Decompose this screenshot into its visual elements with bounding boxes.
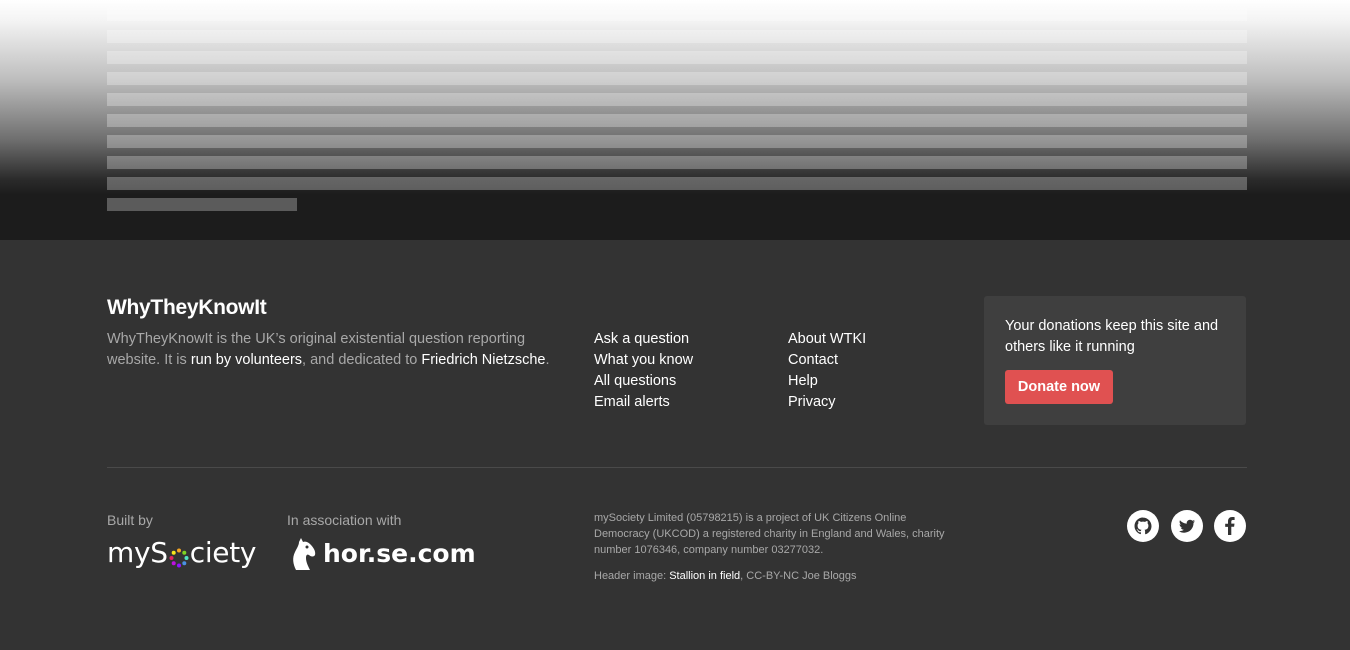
- placeholder-line: [107, 93, 1247, 106]
- footer-nav-item: Email alerts: [594, 391, 693, 412]
- run-by-volunteers-link[interactable]: run by volunteers: [191, 352, 302, 368]
- association-label: In association with: [287, 512, 402, 528]
- placeholder-line: [107, 51, 1247, 64]
- email-alerts-link[interactable]: Email alerts: [594, 394, 670, 410]
- description-text: , and dedicated to: [302, 352, 422, 368]
- placeholder-line: [107, 72, 1247, 85]
- dedication-link[interactable]: Friedrich Nietzsche: [421, 352, 545, 368]
- header-image: [0, 0, 1350, 240]
- contact-link[interactable]: Contact: [788, 352, 838, 368]
- all-questions-link[interactable]: All questions: [594, 373, 676, 389]
- donate-box: Your donations keep this site and others…: [984, 296, 1246, 425]
- credit-prefix: Header image:: [594, 570, 670, 582]
- footer-nav-item: About WTKI: [788, 328, 866, 349]
- description-text: .: [545, 352, 550, 368]
- built-by-label: Built by: [107, 512, 153, 528]
- footer-nav-secondary: About WTKI Contact Help Privacy: [788, 328, 866, 412]
- placeholder-line: [107, 8, 1247, 21]
- footer-nav-item: Ask a question: [594, 328, 693, 349]
- facebook-link[interactable]: [1214, 510, 1246, 542]
- privacy-link[interactable]: Privacy: [788, 394, 836, 410]
- footer-nav-primary: Ask a question What you know All questio…: [594, 328, 693, 412]
- mysociety-dots-icon: [169, 541, 189, 577]
- about-link[interactable]: About WTKI: [788, 331, 866, 347]
- ask-question-link[interactable]: Ask a question: [594, 331, 689, 347]
- twitter-link[interactable]: [1171, 510, 1203, 542]
- twitter-icon: [1179, 519, 1195, 533]
- footer-nav-item: All questions: [594, 370, 693, 391]
- footer-site-title: WhyTheyKnowIt: [107, 296, 267, 319]
- image-credit-link[interactable]: Stallion in field: [669, 570, 740, 582]
- footer-nav-item: What you know: [594, 349, 693, 370]
- credit-suffix: , CC-BY-NC Joe Bloggs: [740, 570, 857, 582]
- placeholder-line: [107, 156, 1247, 169]
- mysociety-logo[interactable]: myS ciety: [107, 535, 256, 571]
- footer-nav-item: Help: [788, 370, 866, 391]
- footer-nav-item: Privacy: [788, 391, 866, 412]
- placeholder-line: [107, 198, 297, 211]
- placeholder-line: [107, 135, 1247, 148]
- image-credit: Header image: Stallion in field, CC-BY-N…: [594, 568, 857, 584]
- github-link[interactable]: [1127, 510, 1159, 542]
- footer-divider: [107, 467, 1247, 468]
- footer-description: WhyTheyKnowIt is the UK’s original exist…: [107, 329, 557, 371]
- horse-head-icon: [293, 538, 316, 570]
- help-link[interactable]: Help: [788, 373, 818, 389]
- placeholder-line: [107, 114, 1247, 127]
- placeholder-line: [107, 30, 1247, 43]
- horse-logo-text: hor.se.com: [323, 539, 476, 568]
- placeholder-line: [107, 177, 1247, 190]
- logo-text: ciety: [189, 536, 257, 569]
- github-icon: [1134, 517, 1152, 535]
- donate-button[interactable]: Donate now: [1005, 370, 1113, 404]
- footer-nav-item: Contact: [788, 349, 866, 370]
- donate-text: Your donations keep this site and others…: [1005, 318, 1219, 355]
- facebook-icon: [1225, 517, 1235, 535]
- legal-text: mySociety Limited (05798215) is a projec…: [594, 512, 945, 556]
- what-you-know-link[interactable]: What you know: [594, 352, 693, 368]
- logo-text: myS: [107, 536, 168, 569]
